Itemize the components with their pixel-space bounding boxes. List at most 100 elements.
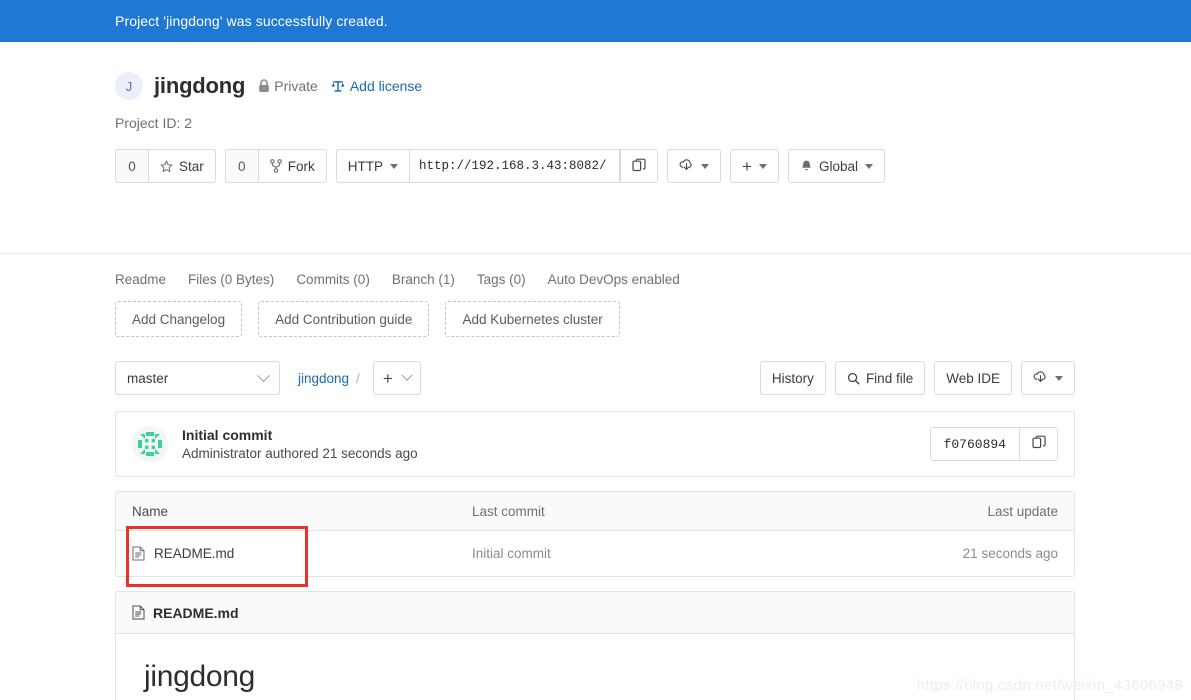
file-last-update-cell: 21 seconds ago: [962, 546, 1058, 561]
chevron-down-icon: [758, 163, 767, 169]
find-file-label: Find file: [865, 370, 914, 386]
content-container: J jingdong Private Add license Project I…: [115, 42, 1075, 183]
branch-selector[interactable]: master: [115, 361, 280, 395]
star-count[interactable]: 0: [115, 149, 149, 183]
chevron-down-icon: [1055, 375, 1063, 381]
notification-label: Global: [818, 158, 858, 174]
scale-balance-icon: [331, 79, 345, 93]
project-id: Project ID: 2: [115, 115, 193, 131]
stat-link-branch[interactable]: Branch (1): [392, 272, 455, 287]
stat-link-files[interactable]: Files (0 Bytes): [188, 272, 274, 287]
stat-link-tags[interactable]: Tags (0): [477, 272, 526, 287]
search-icon: [847, 372, 860, 385]
stat-link-auto-devops[interactable]: Auto DevOps enabled: [548, 272, 680, 287]
file-name-cell[interactable]: README.md: [132, 546, 472, 561]
flash-notification-banner: Project 'jingdong' was successfully crea…: [0, 0, 1191, 42]
web-ide-button[interactable]: Web IDE: [934, 361, 1012, 395]
project-stats-nav: Readme Files (0 Bytes) Commits (0) Branc…: [115, 253, 1075, 287]
table-row[interactable]: README.md Initial commit 21 seconds ago: [116, 531, 1074, 576]
breadcrumb-root-link[interactable]: jingdong: [298, 371, 349, 386]
copy-icon: [1031, 435, 1046, 454]
author-avatar: [132, 426, 168, 462]
last-commit-box: Initial commit Administrator authored 21…: [116, 412, 1074, 476]
create-new-button[interactable]: +: [730, 149, 779, 183]
quick-actions-row: Add Changelog Add Contribution guide Add…: [115, 301, 1075, 337]
file-tree-panel: Name Last commit Last update README.md I…: [115, 491, 1075, 577]
copy-clone-url-button[interactable]: [620, 149, 659, 183]
find-file-button[interactable]: Find file: [834, 361, 926, 395]
stat-link-commits[interactable]: Commits (0): [296, 272, 370, 287]
project-avatar: J: [115, 72, 143, 100]
clone-protocol-label: HTTP: [347, 158, 384, 174]
download-source-button[interactable]: [667, 149, 722, 183]
readme-heading: jingdong: [144, 660, 1046, 700]
chevron-down-icon: [257, 368, 270, 382]
repository-breadcrumb: jingdong /: [298, 371, 367, 386]
add-to-tree-button[interactable]: +: [372, 361, 421, 395]
notification-group: Global: [787, 149, 885, 183]
history-button[interactable]: History: [759, 361, 826, 395]
project-name: jingdong: [154, 73, 246, 98]
add-changelog-button[interactable]: Add Changelog: [115, 301, 243, 337]
copy-icon: [632, 158, 646, 175]
clone-url-input[interactable]: http://192.168.3.43:8082/: [410, 149, 621, 183]
fork-count[interactable]: 0: [224, 149, 259, 183]
file-tree-header: Name Last commit Last update: [116, 492, 1074, 531]
watermark-text: https://blog.csdn.net/weixin_43606948: [916, 677, 1183, 694]
download-source-group: [667, 149, 722, 183]
bell-icon: [800, 159, 813, 173]
readme-file-name[interactable]: README.md: [153, 605, 239, 621]
project-home-page: J jingdong Private Add license Project I…: [0, 42, 1191, 700]
lock-icon: [258, 79, 270, 93]
star-label: Star: [179, 158, 204, 174]
column-header-last-update: Last update: [987, 503, 1058, 519]
column-header-last-commit: Last commit: [472, 503, 545, 519]
add-kubernetes-cluster-button[interactable]: Add Kubernetes cluster: [445, 301, 620, 337]
chevron-down-icon: [864, 163, 873, 169]
download-cloud-icon: [679, 158, 694, 175]
tree-controls-row: master jingdong / + History Find file We…: [115, 361, 1075, 395]
star-icon: [160, 160, 173, 173]
fork-button-group: 0 Fork: [224, 149, 327, 183]
star-button-group: 0 Star: [115, 149, 216, 183]
flash-message-text: Project 'jingdong' was successfully crea…: [115, 13, 388, 29]
project-title-row: J jingdong Private Add license: [115, 70, 1075, 102]
clone-protocol-dropdown[interactable]: HTTP: [335, 149, 411, 183]
fork-icon: [269, 159, 282, 173]
create-new-group: +: [730, 149, 779, 183]
fork-button[interactable]: Fork: [258, 149, 327, 183]
chevron-down-icon: [701, 163, 710, 169]
readme-header: README.md: [116, 592, 1074, 634]
project-header: J jingdong Private Add license Project I…: [115, 42, 1075, 183]
file-text-icon: [132, 546, 145, 561]
commit-sha[interactable]: f0760894: [929, 427, 1020, 461]
branch-selector-label: master: [127, 370, 169, 386]
add-license-link[interactable]: Add license: [331, 78, 422, 94]
column-header-name: Name: [132, 503, 169, 519]
file-last-commit-cell[interactable]: Initial commit: [472, 546, 908, 561]
visibility-badge: Private: [258, 78, 318, 94]
star-button[interactable]: Star: [149, 149, 216, 183]
stat-link-readme[interactable]: Readme: [115, 272, 166, 287]
file-name-label: README.md: [154, 546, 235, 561]
download-repository-button[interactable]: [1021, 361, 1075, 395]
plus-icon: +: [742, 156, 752, 176]
notification-dropdown[interactable]: Global: [787, 149, 885, 183]
commit-sha-group: f0760894: [929, 427, 1058, 461]
breadcrumb-separator: /: [356, 370, 360, 386]
tree-actions-right: History Find file Web IDE: [759, 361, 1075, 395]
content-container-lower: Readme Files (0 Bytes) Commits (0) Branc…: [115, 253, 1075, 700]
chevron-down-icon: [390, 163, 399, 169]
commit-author-line: Administrator authored 21 seconds ago: [182, 446, 418, 461]
add-contribution-guide-button[interactable]: Add Contribution guide: [258, 301, 430, 337]
plus-icon: +: [382, 368, 393, 388]
download-cloud-icon: [1033, 370, 1048, 387]
project-actions-row: 0 Star 0 Fork HTTP http://192.168.3.43:8…: [115, 149, 1075, 183]
fork-label: Fork: [287, 158, 315, 174]
commit-title[interactable]: Initial commit: [182, 427, 418, 443]
visibility-label: Private: [274, 78, 318, 94]
last-commit-panel: Initial commit Administrator authored 21…: [115, 411, 1075, 477]
copy-commit-sha-button[interactable]: [1020, 427, 1058, 461]
clone-url-group: HTTP http://192.168.3.43:8082/: [335, 149, 659, 183]
chevron-down-icon: [401, 369, 413, 381]
